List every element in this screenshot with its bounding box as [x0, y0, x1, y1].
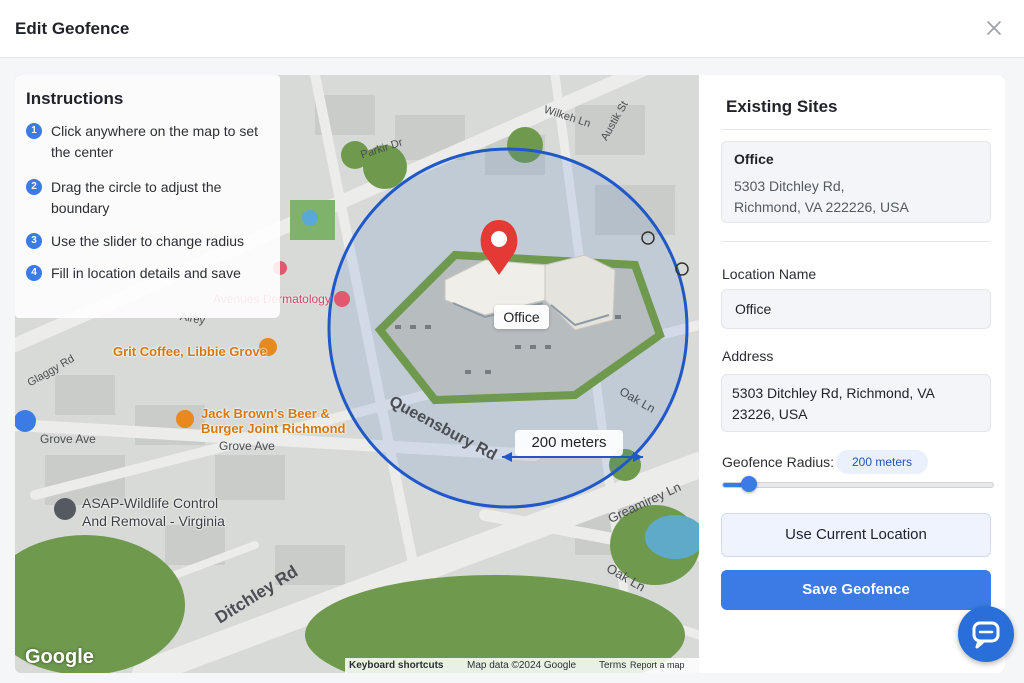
instructions-card: Instructions 1 Click anywhere on the map… [15, 75, 280, 318]
step-text: Click anywhere on the map to set the cen… [51, 123, 258, 160]
step-number: 2 [26, 179, 42, 195]
save-geofence-button[interactable]: Save Geofence [721, 570, 991, 610]
radius-label: 200 meters [515, 430, 623, 456]
chat-icon[interactable] [958, 606, 1014, 662]
divider [721, 241, 991, 242]
site-card-office[interactable]: Office 5303 Ditchley Rd, Richmond, VA 22… [721, 141, 991, 223]
edit-geofence-modal: Edit Geofence Parkir Dr Wilkeh Ln Austik… [0, 0, 1024, 683]
existing-sites-title: Existing Sites [726, 97, 838, 116]
report-link[interactable]: Report a map erro [630, 658, 699, 673]
address-line1: 5303 Ditchley Rd, Richmond, VA [732, 385, 935, 401]
terms-link[interactable]: Terms [599, 658, 626, 673]
radius-slider-fill [723, 483, 742, 487]
poi-jack-browns-line2[interactable]: Burger Joint Richmond [201, 421, 345, 436]
map-attribution: Keyboard shortcuts Map data ©2024 Google… [345, 658, 699, 673]
radius-slider-thumb[interactable] [741, 476, 757, 492]
close-icon[interactable] [984, 18, 1004, 38]
step-number: 1 [26, 123, 42, 139]
radius-value-badge: 200 meters [836, 450, 928, 474]
site-address: 5303 Ditchley Rd, Richmond, VA 222226, U… [734, 176, 984, 218]
site-address-line2: Richmond, VA 222226, USA [734, 199, 909, 215]
step-text: Use the slider to change radius [51, 233, 244, 249]
poi-jack-browns-line1[interactable]: Jack Brown's Beer & [201, 406, 330, 421]
poi-asap-wildlife-line1[interactable]: ASAP-Wildlife Control [82, 495, 218, 511]
use-current-location-button[interactable]: Use Current Location [721, 513, 991, 557]
modal-header: Edit Geofence [0, 0, 1024, 58]
address-line2: 23226, USA [732, 406, 808, 422]
geofence-radius-label: Geofence Radius: [722, 454, 835, 470]
address-label: Address [722, 348, 774, 364]
street-label: Grove Ave [219, 439, 275, 453]
geofence-panel: Existing Sites Office 5303 Ditchley Rd, … [699, 75, 1005, 673]
radius-slider-track[interactable] [722, 482, 994, 488]
marker-label: Office [494, 305, 549, 329]
site-address-line1: 5303 Ditchley Rd, [734, 178, 845, 194]
instructions-title: Instructions [26, 89, 124, 108]
poi-grit-coffee[interactable]: Grit Coffee, Libbie Grove [113, 344, 267, 359]
location-name-input[interactable]: Office [721, 289, 991, 329]
site-name: Office [734, 151, 774, 167]
poi-asap-wildlife-line2[interactable]: And Removal - Virginia [82, 513, 225, 529]
step-text: Drag the circle to adjust the boundary [51, 179, 222, 216]
address-textarea[interactable]: 5303 Ditchley Rd, Richmond, VA 23226, US… [721, 374, 991, 432]
step-text: Fill in location details and save [51, 265, 241, 281]
step-number: 4 [26, 265, 42, 281]
map-data-text: Map data ©2024 Google [467, 660, 577, 671]
keyboard-shortcuts-link[interactable]: Keyboard shortcuts [349, 658, 443, 673]
location-name-label: Location Name [722, 266, 817, 282]
divider [721, 129, 991, 130]
google-logo: Google [25, 646, 94, 668]
street-label: Grove Ave [40, 432, 96, 446]
modal-title: Edit Geofence [15, 19, 130, 38]
step-number: 3 [26, 233, 42, 249]
map-canvas[interactable]: Parkir Dr Wilkeh Ln Austik St Glaggy Rd … [15, 75, 699, 673]
